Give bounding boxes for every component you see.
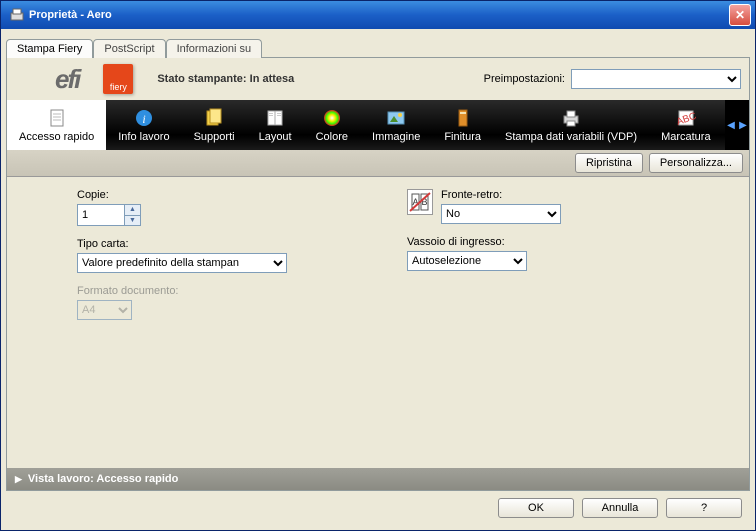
nav-label: Colore	[316, 131, 348, 143]
presets-label: Preimpostazioni:	[484, 73, 565, 85]
nav-scroll-right[interactable]: ▶	[737, 100, 749, 150]
left-column: Copie: ▲ ▼ Tipo carta: Valore predef	[77, 189, 287, 468]
chevron-right-icon: ▶	[15, 474, 22, 485]
nav-label: Marcatura	[661, 131, 711, 143]
app-icon	[9, 7, 25, 23]
fiery-logo: fiery	[103, 64, 133, 94]
input-tray-label: Vassoio di ingresso:	[407, 236, 561, 248]
window-title: Proprietà - Aero	[29, 9, 729, 21]
nav-vdp[interactable]: Stampa dati variabili (VDP)	[493, 100, 649, 150]
nav-label: Stampa dati variabili (VDP)	[505, 131, 637, 143]
client-area: Stampa Fiery PostScript Informazioni su …	[1, 29, 755, 530]
nav-marcatura[interactable]: ABC Marcatura	[649, 100, 723, 150]
copies-spin-down[interactable]: ▼	[125, 216, 140, 226]
main-panel: Copie: ▲ ▼ Tipo carta: Valore predef	[7, 177, 749, 468]
title-bar: Proprietà - Aero ✕	[1, 1, 755, 29]
nav-supporti[interactable]: Supporti	[182, 100, 247, 150]
dialog-buttons: OK Annulla ?	[6, 491, 750, 525]
nav-accesso-rapido[interactable]: Accesso rapido	[7, 100, 106, 150]
nav-label: Finitura	[444, 131, 481, 143]
copies-spinner: ▲ ▼	[77, 204, 141, 226]
tab-informazioni-su[interactable]: Informazioni su	[166, 39, 263, 58]
close-icon: ✕	[735, 8, 745, 22]
printer-status: Stato stampante: In attesa	[157, 73, 294, 85]
nav-label: Immagine	[372, 131, 420, 143]
nav-label: Supporti	[194, 131, 235, 143]
ok-button[interactable]: OK	[498, 498, 574, 518]
sub-toolbar: Ripristina Personalizza...	[7, 150, 749, 177]
help-button[interactable]: ?	[666, 498, 742, 518]
layout-icon	[264, 107, 286, 129]
category-navbar: Accesso rapido i Info lavoro Supporti La…	[7, 100, 749, 150]
right-column: AB Fronte-retro: No Vassoio di ingresso:	[407, 189, 561, 468]
properties-window: Proprietà - Aero ✕ Stampa Fiery PostScri…	[0, 0, 756, 531]
paper-type-field: Tipo carta: Valore predefinito della sta…	[77, 238, 287, 273]
nav-label: Info lavoro	[118, 131, 169, 143]
copies-label: Copie:	[77, 189, 287, 201]
reset-button[interactable]: Ripristina	[575, 153, 643, 173]
presets-wrap: Preimpostazioni:	[484, 69, 741, 89]
job-view-expander[interactable]: ▶ Vista lavoro: Accesso rapido	[7, 468, 749, 490]
nav-info-lavoro[interactable]: i Info lavoro	[106, 100, 181, 150]
nav-scroll-left[interactable]: ◀	[725, 100, 737, 150]
copies-field: Copie: ▲ ▼	[77, 189, 287, 226]
tab-page: efi fiery Stato stampante: In attesa Pre…	[6, 57, 750, 491]
copies-spin-buttons: ▲ ▼	[124, 205, 140, 225]
cancel-button[interactable]: Annulla	[582, 498, 658, 518]
paper-type-label: Tipo carta:	[77, 238, 287, 250]
printer-icon	[560, 107, 582, 129]
input-tray-field: Vassoio di ingresso: Autoselezione	[407, 236, 561, 271]
tab-strip: Stampa Fiery PostScript Informazioni su	[6, 38, 750, 57]
nav-label: Layout	[259, 131, 292, 143]
efi-logo: efi	[55, 64, 79, 95]
doc-size-field: Formato documento: A4	[77, 285, 287, 320]
customize-button[interactable]: Personalizza...	[649, 153, 743, 173]
nav-finitura[interactable]: Finitura	[432, 100, 493, 150]
nav-immagine[interactable]: Immagine	[360, 100, 432, 150]
stamp-icon: ABC	[675, 107, 697, 129]
info-icon: i	[133, 107, 155, 129]
brand-row: efi fiery Stato stampante: In attesa Pre…	[7, 58, 749, 100]
finishing-icon	[452, 107, 474, 129]
tab-postscript[interactable]: PostScript	[93, 39, 165, 58]
svg-text:i: i	[142, 112, 145, 126]
nav-layout[interactable]: Layout	[247, 100, 304, 150]
paper-type-select[interactable]: Valore predefinito della stampan	[77, 253, 287, 273]
duplex-label: Fronte-retro:	[441, 189, 561, 201]
input-tray-select[interactable]: Autoselezione	[407, 251, 527, 271]
document-icon	[46, 107, 68, 129]
duplex-field: AB Fronte-retro: No	[407, 189, 561, 224]
copies-input[interactable]	[78, 205, 124, 225]
close-button[interactable]: ✕	[729, 4, 751, 26]
media-icon	[203, 107, 225, 129]
nav-scroll: ◀ ▶	[725, 100, 749, 150]
copies-spin-up[interactable]: ▲	[125, 205, 140, 216]
doc-size-select: A4	[77, 300, 132, 320]
doc-size-label: Formato documento:	[77, 285, 287, 297]
job-view-label: Vista lavoro: Accesso rapido	[28, 473, 178, 485]
duplex-icon: AB	[407, 189, 433, 215]
image-icon	[385, 107, 407, 129]
nav-label: Accesso rapido	[19, 131, 94, 143]
presets-select[interactable]	[571, 69, 741, 89]
color-icon	[321, 107, 343, 129]
duplex-select[interactable]: No	[441, 204, 561, 224]
nav-colore[interactable]: Colore	[304, 100, 360, 150]
tab-stampa-fiery[interactable]: Stampa Fiery	[6, 39, 93, 58]
